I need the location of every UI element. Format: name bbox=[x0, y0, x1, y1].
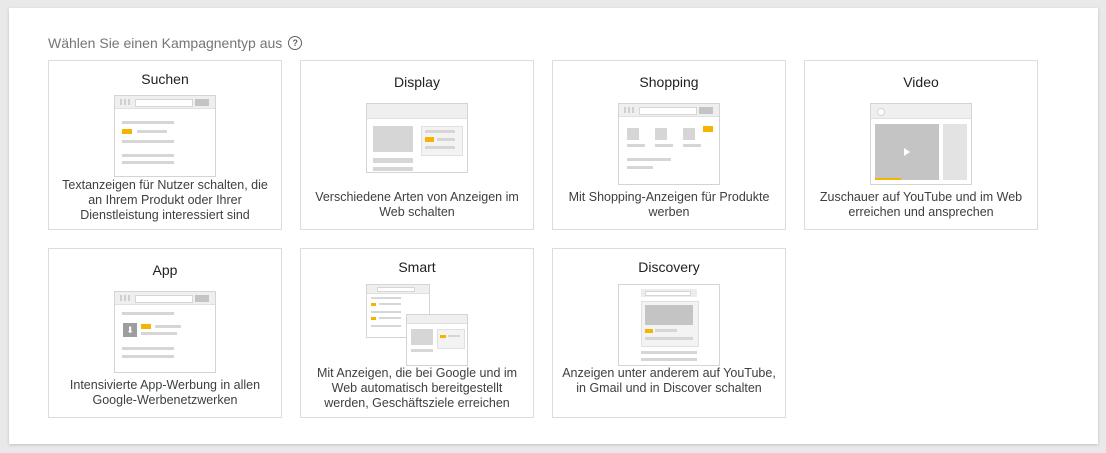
video-illustration bbox=[870, 103, 972, 185]
card-title: App bbox=[152, 262, 178, 278]
help-circle-icon[interactable]: ? bbox=[288, 36, 303, 50]
download-icon: ⬇ bbox=[123, 323, 137, 337]
app-illustration: ⬇ bbox=[114, 291, 216, 373]
card-description: Mit Shopping-Anzeigen für Produkte werbe… bbox=[568, 190, 770, 219]
campaign-card-shopping[interactable]: Shopping Mit Shopping-Anzeigen für Produ… bbox=[552, 60, 786, 230]
shopping-illustration bbox=[618, 103, 720, 185]
campaign-card-smart[interactable]: Smart Mit Anzeigen, die bei Google und i… bbox=[300, 248, 534, 418]
card-description: Zuschauer auf YouTube und im Web erreich… bbox=[819, 190, 1023, 219]
campaign-card-display[interactable]: Display Verschiedene Arten von Anzeigen … bbox=[300, 60, 534, 230]
card-title: Shopping bbox=[639, 74, 699, 90]
card-title: Display bbox=[394, 74, 440, 90]
card-description: Mit Anzeigen, die bei Google und im Web … bbox=[316, 366, 518, 410]
card-title: Suchen bbox=[141, 71, 189, 87]
card-title: Smart bbox=[398, 259, 436, 275]
card-title: Video bbox=[903, 74, 939, 90]
smart-illustration bbox=[366, 284, 468, 366]
card-description: Anzeigen unter anderem auf YouTube, in G… bbox=[562, 366, 776, 395]
play-icon bbox=[904, 148, 910, 156]
discovery-illustration bbox=[618, 284, 720, 366]
card-description: Textanzeigen für Nutzer schalten, die an… bbox=[62, 178, 268, 222]
campaign-card-video[interactable]: Video Zuschauer auf YouTube und im Web e… bbox=[804, 60, 1038, 230]
heading-label: Wählen Sie einen Kampagnentyp aus bbox=[48, 35, 283, 51]
card-description: Verschiedene Arten von Anzeigen im Web s… bbox=[315, 190, 519, 219]
campaign-card-discovery[interactable]: Discovery Anzeigen unter anderem auf You… bbox=[552, 248, 786, 418]
card-title: Discovery bbox=[638, 259, 700, 275]
search-illustration bbox=[114, 95, 216, 177]
card-description: Intensivierte App-Werbung in allen Googl… bbox=[69, 378, 261, 407]
campaign-card-search[interactable]: Suchen Textanzeigen für Nutzer schalten,… bbox=[48, 60, 282, 230]
display-illustration bbox=[366, 103, 468, 173]
campaign-type-heading: Wählen Sie einen Kampagnentyp aus ? bbox=[48, 35, 303, 51]
campaign-card-app[interactable]: App ⬇ Intensivierte App-Werbung in allen… bbox=[48, 248, 282, 418]
